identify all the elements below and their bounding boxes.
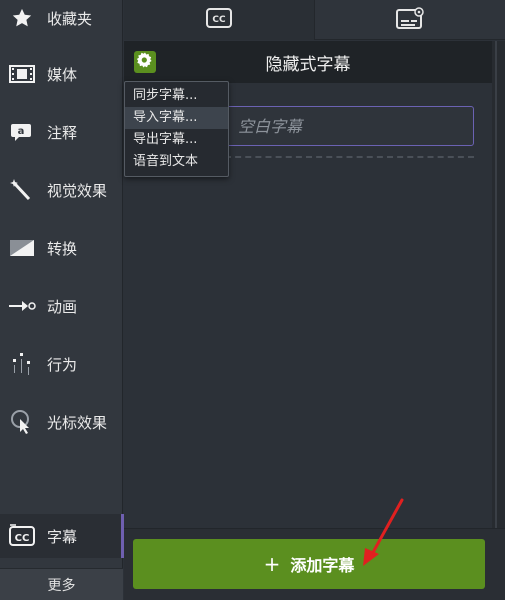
panel-title: 隐藏式字幕 xyxy=(265,54,351,75)
sidebar: 收藏夹 媒体 a 注释 视觉效果 转换 动画 行为 光标效果 CC 字幕 更多 xyxy=(0,0,124,600)
plus-icon: + xyxy=(263,552,281,576)
caption-divider xyxy=(225,156,474,158)
panel-tabs: CC xyxy=(124,0,505,40)
sidebar-item-favorites[interactable]: 收藏夹 xyxy=(0,0,123,40)
behavior-icon xyxy=(8,350,36,378)
sidebar-item-transitions[interactable]: 转换 xyxy=(0,226,123,270)
sidebar-item-label: 光标效果 xyxy=(47,413,108,432)
panel-scrollbar[interactable] xyxy=(492,41,505,531)
tab-captions[interactable]: CC xyxy=(124,0,315,40)
transition-icon xyxy=(8,234,36,262)
sidebar-item-label: 收藏夹 xyxy=(47,9,93,28)
red-arrow-annotation xyxy=(363,498,404,566)
panel-header: 隐藏式字幕 xyxy=(124,41,492,83)
sidebar-item-behaviors[interactable]: 行为 xyxy=(0,342,123,386)
menu-item-sync-captions[interactable]: 同步字幕... xyxy=(125,85,228,107)
sidebar-item-label: 动画 xyxy=(47,297,78,316)
sidebar-item-label: 行为 xyxy=(47,355,78,374)
add-caption-label: 添加字幕 xyxy=(290,556,355,575)
sidebar-item-label: 视觉效果 xyxy=(47,181,108,200)
sidebar-item-media[interactable]: 媒体 xyxy=(0,52,123,96)
cursor-effect-icon xyxy=(8,408,36,436)
svg-text:CC: CC xyxy=(15,533,30,544)
more-button-label: 更多 xyxy=(47,577,76,594)
menu-item-export-captions[interactable]: 导出字幕... xyxy=(125,129,228,151)
animation-icon xyxy=(8,292,36,320)
sidebar-item-label: 字幕 xyxy=(47,527,78,546)
sidebar-item-label: 转换 xyxy=(47,239,78,258)
sidebar-item-animations[interactable]: 动画 xyxy=(0,284,123,328)
sidebar-item-captions[interactable]: CC 字幕 xyxy=(0,514,124,558)
more-button[interactable]: 更多 xyxy=(0,568,123,600)
svg-text:a: a xyxy=(18,126,25,137)
menu-item-speech-to-text[interactable]: 语音到文本 xyxy=(125,151,228,173)
sidebar-item-label: 注释 xyxy=(47,123,78,142)
sidebar-item-visual-effects[interactable]: 视觉效果 xyxy=(0,168,123,212)
caption-options-menu: 同步字幕... 导入字幕... 导出字幕... 语音到文本 xyxy=(124,81,229,177)
magic-wand-icon xyxy=(8,176,36,204)
add-caption-button[interactable]: + 添加字幕 xyxy=(133,539,485,589)
film-icon xyxy=(8,60,36,88)
cc-icon: CC xyxy=(205,7,233,33)
tab-caption-settings[interactable] xyxy=(315,0,505,40)
annotation-icon: a xyxy=(8,118,36,146)
sidebar-item-cursor-effects[interactable]: 光标效果 xyxy=(0,400,123,444)
sidebar-item-annotations[interactable]: a 注释 xyxy=(0,110,123,154)
menu-item-import-captions[interactable]: 导入字幕... xyxy=(125,107,228,129)
caption-input[interactable] xyxy=(226,107,473,145)
caption-settings-icon xyxy=(395,6,425,34)
caption-text-box[interactable] xyxy=(225,106,474,146)
svg-text:CC: CC xyxy=(212,15,226,25)
star-icon xyxy=(8,4,36,32)
cc-icon: CC xyxy=(8,522,36,550)
sidebar-item-label: 媒体 xyxy=(47,65,78,84)
